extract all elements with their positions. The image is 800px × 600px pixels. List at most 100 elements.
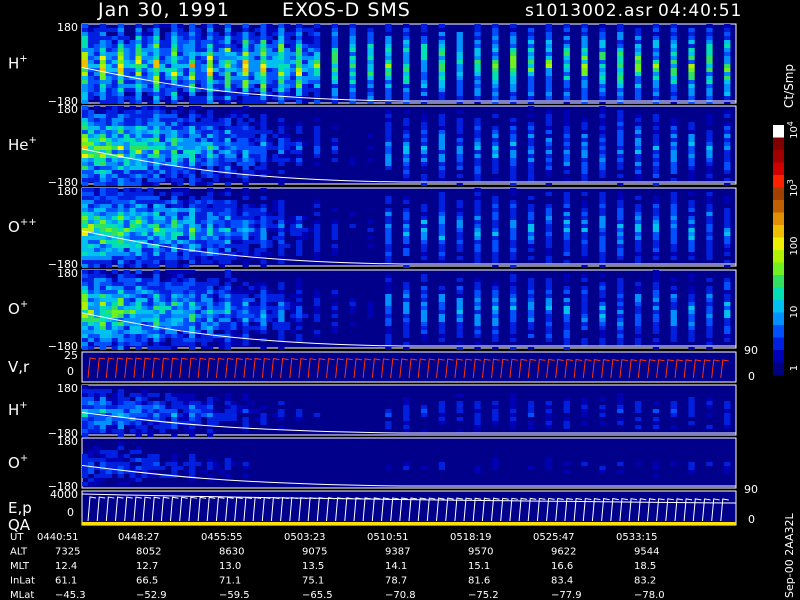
heatmap-cell [302, 52, 309, 56]
heatmap-cell [474, 178, 481, 182]
heatmap-cell [117, 302, 124, 306]
header-time: 04:40:51 [658, 1, 742, 21]
y2-tick-bottom: 0 [748, 513, 755, 526]
heatmap-cell [266, 24, 273, 28]
heatmap-cell [195, 252, 202, 256]
heatmap-cell [266, 302, 273, 306]
heatmap-cell [474, 334, 481, 338]
heatmap-cell [284, 150, 291, 154]
heatmap-cell [278, 244, 285, 248]
heatmap-cell [278, 306, 285, 310]
heatmap-cell [153, 166, 160, 170]
heatmap-cell [688, 256, 695, 260]
heatmap-cell [617, 302, 624, 306]
heatmap-cell [111, 314, 118, 318]
heatmap-cell [670, 36, 677, 40]
heatmap-cell [581, 212, 588, 216]
heatmap-cell [438, 158, 445, 162]
heatmap-cell [212, 224, 220, 228]
heatmap-cell [123, 346, 130, 350]
heatmap-cell [99, 146, 107, 150]
heatmap-cell [206, 150, 214, 154]
heatmap-cell [296, 302, 303, 306]
heatmap-cell [248, 138, 255, 142]
heatmap-cell [296, 409, 303, 413]
heatmap-cell [224, 118, 231, 122]
heatmap-cell [87, 338, 95, 342]
heatmap-cell [527, 228, 535, 232]
heatmap-cell [266, 318, 273, 322]
heatmap-cell [242, 154, 249, 158]
heatmap-cell [724, 260, 731, 264]
heatmap-cell [206, 405, 214, 409]
heatmap-cell [367, 80, 374, 84]
heatmap-cell [224, 56, 231, 60]
heatmap-cell [403, 342, 410, 346]
heatmap-cell [230, 52, 237, 56]
heatmap-cell [195, 401, 202, 405]
heatmap-cell [111, 212, 118, 216]
heatmap-cell [266, 28, 273, 32]
heatmap-cell [129, 244, 136, 248]
heatmap-cell [123, 88, 130, 92]
heatmap-cell [254, 150, 261, 154]
heatmap-cell [183, 244, 190, 248]
heatmap-cell [153, 278, 160, 282]
heatmap-cell [224, 192, 231, 196]
heatmap-cell [248, 286, 255, 290]
heatmap-cell [141, 466, 148, 470]
heatmap-cell [165, 264, 172, 268]
heatmap-cell [420, 40, 428, 44]
heatmap-cell [87, 318, 95, 322]
heatmap-cell [510, 36, 517, 40]
heatmap-cell [82, 252, 89, 256]
heatmap-cell [510, 236, 517, 240]
heatmap-cell [724, 110, 731, 114]
heatmap-cell [147, 40, 154, 44]
heatmap-cell [177, 212, 184, 216]
heatmap-cell [236, 322, 243, 326]
heatmap-cell [385, 314, 392, 318]
heatmap-cell [403, 60, 410, 64]
heatmap-cell [195, 413, 202, 417]
heatmap-cell [87, 294, 95, 298]
heatmap-cell [183, 413, 190, 417]
heatmap-cell [272, 84, 279, 88]
heatmap-cell [87, 170, 95, 174]
heatmap-cell [331, 138, 338, 142]
heatmap-cell [159, 409, 166, 413]
heatmap-cell [153, 228, 160, 232]
heatmap-cell [236, 64, 243, 68]
heatmap-cell [272, 80, 279, 84]
heatmap-cell [420, 32, 428, 36]
heatmap-cell [230, 114, 237, 118]
heatmap-cell [290, 80, 297, 84]
heatmap-cell [129, 146, 136, 150]
heatmap-cell [129, 200, 136, 204]
heatmap-cell [189, 32, 196, 36]
heatmap-cell [302, 56, 309, 60]
heatmap-cell [248, 310, 255, 314]
heatmap-cell [403, 290, 410, 294]
heatmap-cell [474, 421, 481, 425]
heatmap-cell [117, 274, 124, 278]
heatmap-cell [153, 342, 160, 346]
heatmap-cell [99, 322, 107, 326]
heatmap-cell [230, 310, 237, 314]
heatmap-cell [563, 96, 570, 100]
heatmap-cell [189, 425, 196, 429]
heatmap-cell [581, 248, 588, 252]
heatmap-cell [117, 138, 124, 142]
heatmap-cell [135, 122, 142, 126]
heatmap-cell [474, 192, 481, 196]
heatmap-cell [153, 286, 160, 290]
heatmap-cell [183, 318, 190, 322]
heatmap-cell [111, 334, 118, 338]
heatmap-cell [724, 72, 731, 76]
heatmap-cell [171, 417, 178, 421]
heatmap-cell [206, 462, 214, 466]
heatmap-cell [313, 212, 321, 216]
heatmap-cell [420, 68, 428, 72]
heatmap-cell [670, 290, 677, 294]
heatmap-cell [177, 306, 184, 310]
